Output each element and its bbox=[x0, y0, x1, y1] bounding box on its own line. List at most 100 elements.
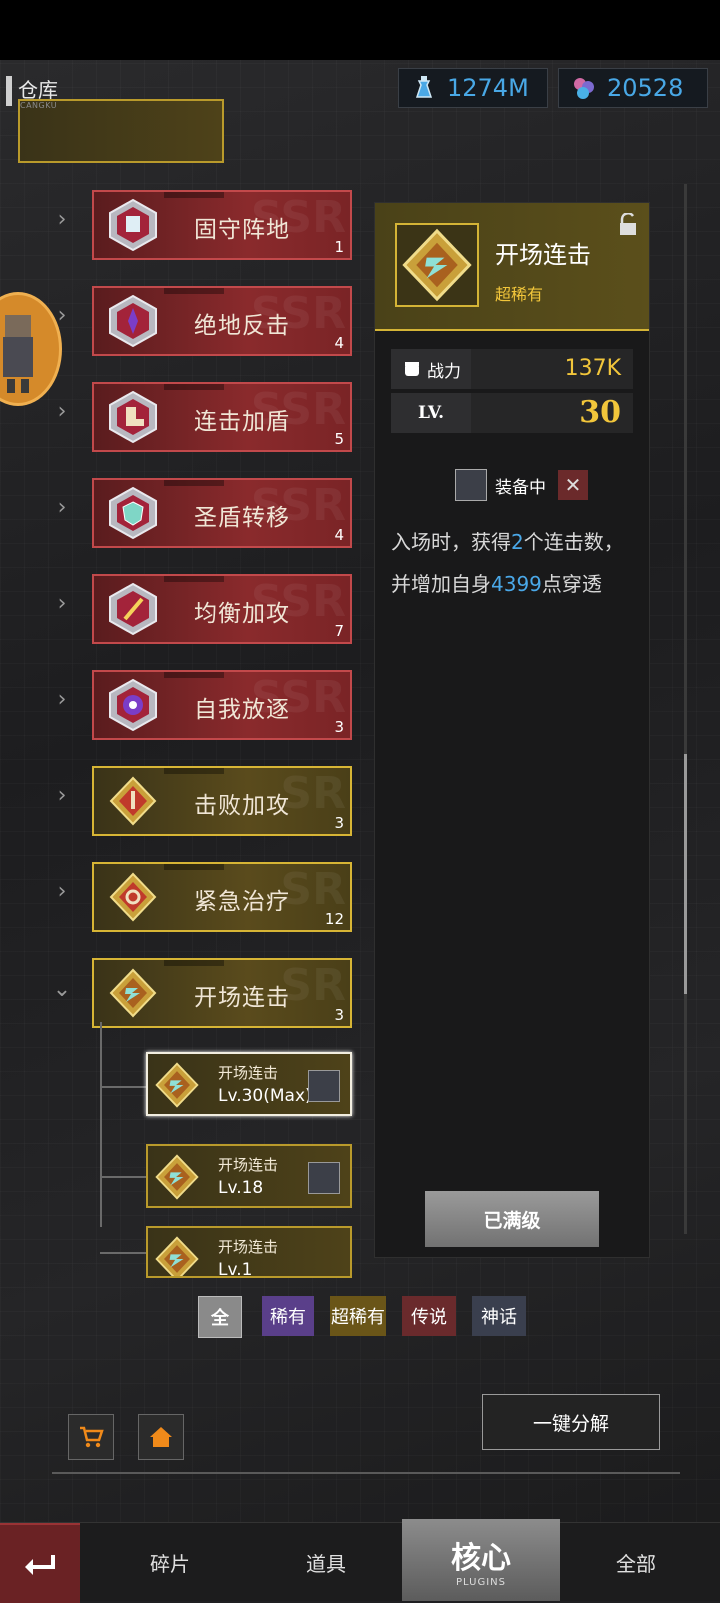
unlock-icon[interactable] bbox=[617, 213, 639, 237]
level-value: 30 bbox=[579, 395, 621, 430]
plugin-instance[interactable]: 开场连击 Lv.18 bbox=[146, 1144, 352, 1208]
plugin-card[interactable]: SSR 连击加盾 5 bbox=[92, 382, 352, 452]
plugin-card[interactable]: SSR 自我放逐 3 bbox=[92, 670, 352, 740]
plugin-name: 均衡加攻 bbox=[194, 601, 290, 627]
burst-plugin-icon bbox=[109, 294, 157, 348]
detail-header: 开场连击 超稀有 bbox=[375, 203, 649, 331]
resource-potion: 1274M bbox=[398, 68, 548, 108]
rarity-watermark: SR bbox=[280, 864, 346, 915]
plugin-card[interactable]: SR 紧急治疗 12 bbox=[92, 862, 352, 932]
title-bar-marker bbox=[6, 76, 12, 106]
card-tab bbox=[164, 768, 224, 774]
shop-button[interactable] bbox=[68, 1414, 114, 1460]
chevron-right-icon[interactable]: › bbox=[52, 209, 72, 231]
instance-level: Lv.18 bbox=[218, 1178, 264, 1198]
fist-icon bbox=[405, 362, 419, 376]
home-icon bbox=[150, 1427, 172, 1447]
detail-name: 开场连击 bbox=[495, 241, 591, 269]
filter-myth[interactable]: 神话 bbox=[472, 1296, 526, 1336]
filter-rare[interactable]: 稀有 bbox=[262, 1296, 314, 1336]
combo-plugin-icon bbox=[155, 1236, 199, 1276]
home-button[interactable] bbox=[138, 1414, 184, 1460]
power-value: 137K bbox=[564, 356, 621, 381]
boot-plugin-icon bbox=[109, 390, 157, 444]
plugin-count: 7 bbox=[334, 622, 344, 640]
tab-items[interactable]: 道具 bbox=[256, 1523, 396, 1601]
plugin-count: 5 bbox=[334, 430, 344, 448]
rarity-watermark: SR bbox=[280, 768, 346, 819]
level-row: LV. 30 bbox=[391, 393, 633, 433]
plugin-count: 4 bbox=[334, 526, 344, 544]
tree-branch bbox=[100, 1176, 146, 1178]
combo-plugin-icon bbox=[109, 968, 157, 1018]
bottom-nav: 碎片 道具 核心 PLUGINS 全部 bbox=[0, 1519, 720, 1603]
skill-description: 入场时，获得2个连击数，并增加自身4399点穿透 bbox=[391, 521, 641, 605]
plugin-name: 固守阵地 bbox=[194, 217, 290, 243]
plugin-card[interactable]: SR 击败加攻 3 bbox=[92, 766, 352, 836]
attack-plugin-icon bbox=[109, 776, 157, 826]
card-tab bbox=[164, 192, 224, 198]
plugin-name: 开场连击 bbox=[194, 985, 290, 1011]
holy-shield-plugin-icon bbox=[109, 486, 157, 540]
tab-all[interactable]: 全部 bbox=[566, 1523, 706, 1601]
plugin-count: 12 bbox=[324, 910, 344, 928]
max-level-button[interactable]: 已满级 bbox=[425, 1191, 599, 1247]
chevron-right-icon[interactable]: › bbox=[52, 305, 72, 327]
tab-core-label: 核心 bbox=[451, 1540, 511, 1576]
exile-plugin-icon bbox=[109, 678, 157, 732]
plugin-instance[interactable]: 开场连击 Lv.1 bbox=[146, 1226, 352, 1278]
divider bbox=[52, 1472, 680, 1474]
shield-plugin-icon bbox=[109, 198, 157, 252]
unequip-close-icon[interactable]: ✕ bbox=[558, 470, 588, 500]
detail-rarity: 超稀有 bbox=[495, 285, 544, 304]
chevron-right-icon[interactable]: › bbox=[52, 785, 72, 807]
plugin-name: 连击加盾 bbox=[194, 409, 290, 435]
plugin-name: 紧急治疗 bbox=[194, 889, 290, 915]
filter-legend[interactable]: 传说 bbox=[402, 1296, 456, 1336]
card-tab bbox=[164, 576, 224, 582]
chevron-right-icon[interactable]: › bbox=[52, 497, 72, 519]
plugin-card[interactable]: SSR 固守阵地 1 bbox=[92, 190, 352, 260]
plugin-count: 3 bbox=[334, 718, 344, 736]
plugin-card[interactable]: SSR 绝地反击 4 bbox=[92, 286, 352, 356]
plugin-card[interactable]: SSR 均衡加攻 7 bbox=[92, 574, 352, 644]
chevron-down-icon[interactable]: ⌄ bbox=[52, 979, 72, 1001]
level-label: LV. bbox=[391, 393, 471, 433]
power-row: 战力 137K bbox=[391, 349, 633, 389]
scrollbar-thumb[interactable] bbox=[684, 754, 687, 994]
chevron-right-icon[interactable]: › bbox=[52, 593, 72, 615]
plugin-card[interactable]: SSR 圣盾转移 4 bbox=[92, 478, 352, 548]
chevron-right-icon[interactable]: › bbox=[52, 401, 72, 423]
potion-value: 1274M bbox=[447, 74, 529, 102]
chevron-right-icon[interactable]: › bbox=[52, 689, 72, 711]
scrollbar[interactable] bbox=[684, 184, 687, 1234]
power-label: 战力 bbox=[427, 361, 461, 382]
plugin-instance[interactable]: 开场连击 Lv.30(Max) bbox=[146, 1052, 352, 1116]
instance-name: 开场连击 bbox=[218, 1064, 279, 1082]
sword-plugin-icon bbox=[109, 582, 157, 636]
equipped-label: 装备中 bbox=[495, 477, 546, 498]
detail-icon-frame bbox=[395, 223, 479, 307]
back-button[interactable] bbox=[0, 1523, 80, 1603]
gem-icon bbox=[569, 73, 599, 103]
desc-text-3: 点穿透 bbox=[541, 572, 602, 596]
plugin-count: 4 bbox=[334, 334, 344, 352]
tab-core-sublabel: PLUGINS bbox=[456, 1576, 506, 1588]
combo-plugin-icon bbox=[155, 1062, 199, 1108]
cart-icon bbox=[80, 1426, 104, 1448]
tab-fragments[interactable]: 碎片 bbox=[100, 1523, 240, 1601]
plugin-card-expanded[interactable]: SR 开场连击 3 bbox=[92, 958, 352, 1028]
desc-text-1: 入场时，获得 bbox=[391, 530, 511, 554]
potion-icon bbox=[409, 73, 439, 103]
filter-super-rare[interactable]: 超稀有 bbox=[330, 1296, 386, 1336]
tab-core[interactable]: 核心 PLUGINS bbox=[402, 1519, 560, 1601]
decompose-all-button[interactable]: 一键分解 bbox=[482, 1394, 660, 1450]
chevron-right-icon[interactable]: › bbox=[52, 881, 72, 903]
resource-gem: 20528 bbox=[558, 68, 708, 108]
rarity-watermark: SR bbox=[280, 960, 346, 1011]
hero-avatar-icon bbox=[455, 469, 487, 501]
tree-line bbox=[100, 1022, 102, 1227]
instance-name: 开场连击 bbox=[218, 1156, 279, 1174]
filter-all[interactable]: 全 bbox=[198, 1296, 242, 1338]
equipped-status: 装备中 ✕ bbox=[455, 468, 588, 502]
